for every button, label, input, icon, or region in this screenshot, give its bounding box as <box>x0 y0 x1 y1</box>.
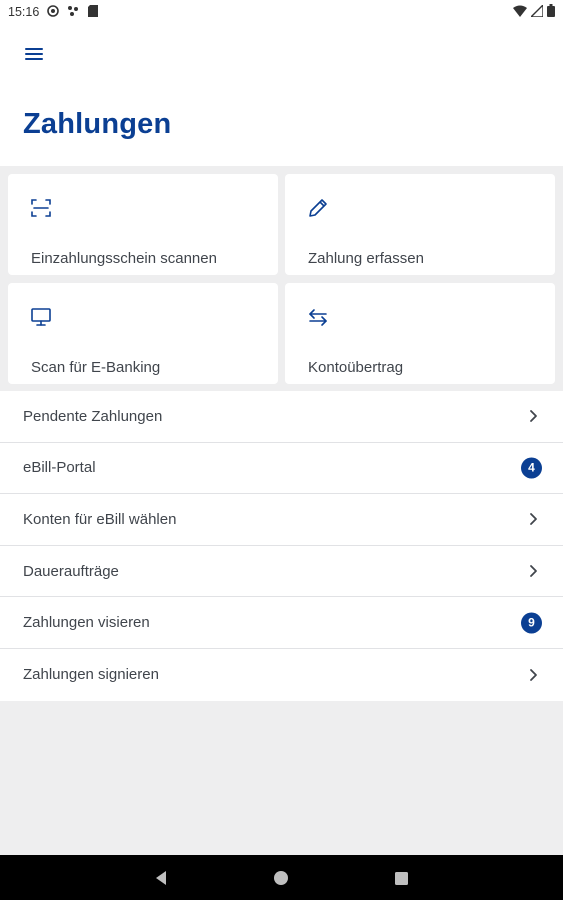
list-item-standing-orders[interactable]: Daueraufträge <box>0 546 563 598</box>
battery-icon <box>547 4 555 20</box>
list-item-label: Daueraufträge <box>23 562 119 580</box>
list-item-label: Zahlungen signieren <box>23 666 159 684</box>
list-item-pending-payments[interactable]: Pendente Zahlungen <box>0 391 563 443</box>
count-badge: 9 <box>521 612 542 634</box>
pencil-icon <box>307 197 329 219</box>
list-item-label: Konten für eBill wählen <box>23 510 177 528</box>
count-badge: 4 <box>521 457 542 479</box>
app-bar <box>0 24 563 84</box>
status-left: 15:16 <box>8 4 99 20</box>
hamburger-menu-icon[interactable] <box>20 42 48 66</box>
chevron-right-icon <box>527 409 539 423</box>
monitor-icon <box>30 306 52 328</box>
transfer-arrows-icon <box>307 306 329 328</box>
title-area: Zahlungen <box>0 84 563 166</box>
tile-record-payment[interactable]: Zahlung erfassen <box>285 174 555 275</box>
scan-frame-icon <box>30 197 52 219</box>
wifi-icon <box>513 5 527 20</box>
chevron-right-icon <box>527 564 539 578</box>
list-item-label: Zahlungen visieren <box>23 614 150 632</box>
status-bar: 15:16 <box>0 0 563 24</box>
home-icon[interactable] <box>270 867 292 889</box>
tile-label: Kontoübertrag <box>308 359 404 376</box>
payments-menu-list: Pendente Zahlungen eBill-Portal 4 Konten… <box>0 391 563 701</box>
status-right <box>513 2 555 20</box>
tile-label: Einzahlungsschein scannen <box>31 250 217 267</box>
system-nav-bar <box>0 855 563 900</box>
tile-scan-for-ebanking[interactable]: Scan für E-Banking <box>8 283 278 384</box>
sd-card-icon <box>88 4 99 20</box>
chevron-right-icon <box>527 668 539 682</box>
tile-label: Zahlung erfassen <box>308 250 424 267</box>
sync-dots-icon <box>67 5 80 20</box>
tile-label: Scan für E-Banking <box>31 359 161 376</box>
list-item-ebill-portal[interactable]: eBill-Portal 4 <box>0 443 563 495</box>
back-icon[interactable] <box>150 867 172 889</box>
at-sign-icon <box>47 4 60 20</box>
signal-icon <box>529 2 544 20</box>
list-item-approve-payments[interactable]: Zahlungen visieren 9 <box>0 597 563 649</box>
list-item-label: eBill-Portal <box>23 459 96 477</box>
page-title: Zahlungen <box>23 108 172 140</box>
tile-account-transfer[interactable]: Kontoübertrag <box>285 283 555 384</box>
recents-icon[interactable] <box>390 867 412 889</box>
action-tiles: Einzahlungsschein scannen Zahlung erfass… <box>0 166 563 391</box>
list-item-ebill-accounts[interactable]: Konten für eBill wählen <box>0 494 563 546</box>
list-item-label: Pendente Zahlungen <box>23 407 163 425</box>
list-item-sign-payments[interactable]: Zahlungen signieren <box>0 649 563 701</box>
status-time: 15:16 <box>8 5 40 19</box>
tile-scan-payment-slip[interactable]: Einzahlungsschein scannen <box>8 174 278 275</box>
chevron-right-icon <box>527 512 539 526</box>
